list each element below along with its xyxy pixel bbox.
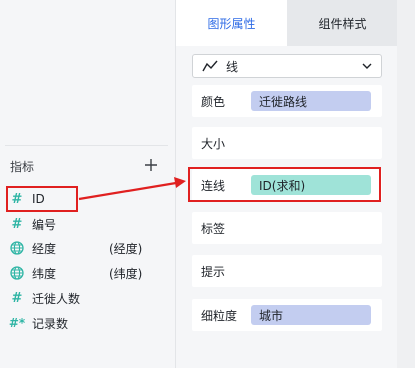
property-label-setting[interactable]: 标签 (192, 212, 382, 244)
graphic-properties-content: 线 颜色 迁徙路线 大小 连线 ID(求和) 标签 提示 细粒度 城市 (176, 46, 398, 368)
id-field-highlight (6, 186, 78, 212)
field-geo-role: (经度) (109, 241, 143, 256)
connect-line-highlight (188, 167, 381, 202)
field-item-longitude[interactable]: 经度 (经度) (9, 237, 142, 259)
indicator-section-title: 指标 (10, 160, 35, 174)
field-item-number[interactable]: # 编号 (9, 213, 56, 235)
globe-icon (9, 265, 25, 281)
color-field-pill[interactable]: 迁徙路线 (251, 91, 371, 111)
property-granularity[interactable]: 细粒度 城市 (192, 299, 382, 331)
chart-type-select[interactable]: 线 (192, 54, 382, 78)
field-geo-role: (纬度) (109, 266, 143, 281)
field-name: 迁徙人数 (32, 291, 81, 306)
tab-component-style[interactable]: 组件样式 (287, 0, 398, 46)
chart-type-label: 线 (226, 59, 239, 74)
property-size[interactable]: 大小 (192, 127, 382, 159)
number-field-icon: # (11, 290, 23, 306)
sidebar-divider (5, 145, 168, 146)
plus-icon[interactable] (143, 157, 159, 173)
field-name: 经度 (32, 241, 57, 256)
property-label: 细粒度 (201, 308, 238, 323)
granularity-field-pill[interactable]: 城市 (251, 305, 371, 325)
panel-tabs: 图形属性 组件样式 (176, 0, 398, 46)
field-name: 编号 (32, 217, 57, 232)
property-label: 颜色 (201, 94, 226, 109)
calculated-number-icon: #* (8, 316, 26, 330)
property-label: 大小 (201, 136, 226, 151)
right-edge-strip (397, 0, 415, 368)
field-item-migrants[interactable]: # 迁徙人数 (9, 287, 80, 309)
property-tooltip[interactable]: 提示 (192, 255, 382, 287)
field-sidebar: 指标 # ID # 编号 经度 (经度) 纬度 (纬度) # 迁徙人数 #* 记… (0, 0, 175, 368)
globe-icon (9, 240, 25, 256)
line-chart-icon (202, 60, 218, 72)
tab-graphic-properties[interactable]: 图形属性 (176, 0, 287, 46)
property-label: 提示 (201, 264, 226, 279)
field-item-latitude[interactable]: 纬度 (纬度) (9, 262, 142, 284)
field-item-record-count[interactable]: #* 记录数 (9, 312, 68, 334)
property-label: 标签 (201, 221, 226, 236)
chevron-down-icon (362, 63, 372, 69)
number-field-icon: # (11, 216, 23, 232)
property-color[interactable]: 颜色 迁徙路线 (192, 85, 382, 117)
field-name: 记录数 (32, 316, 69, 331)
field-name: 纬度 (32, 266, 57, 281)
